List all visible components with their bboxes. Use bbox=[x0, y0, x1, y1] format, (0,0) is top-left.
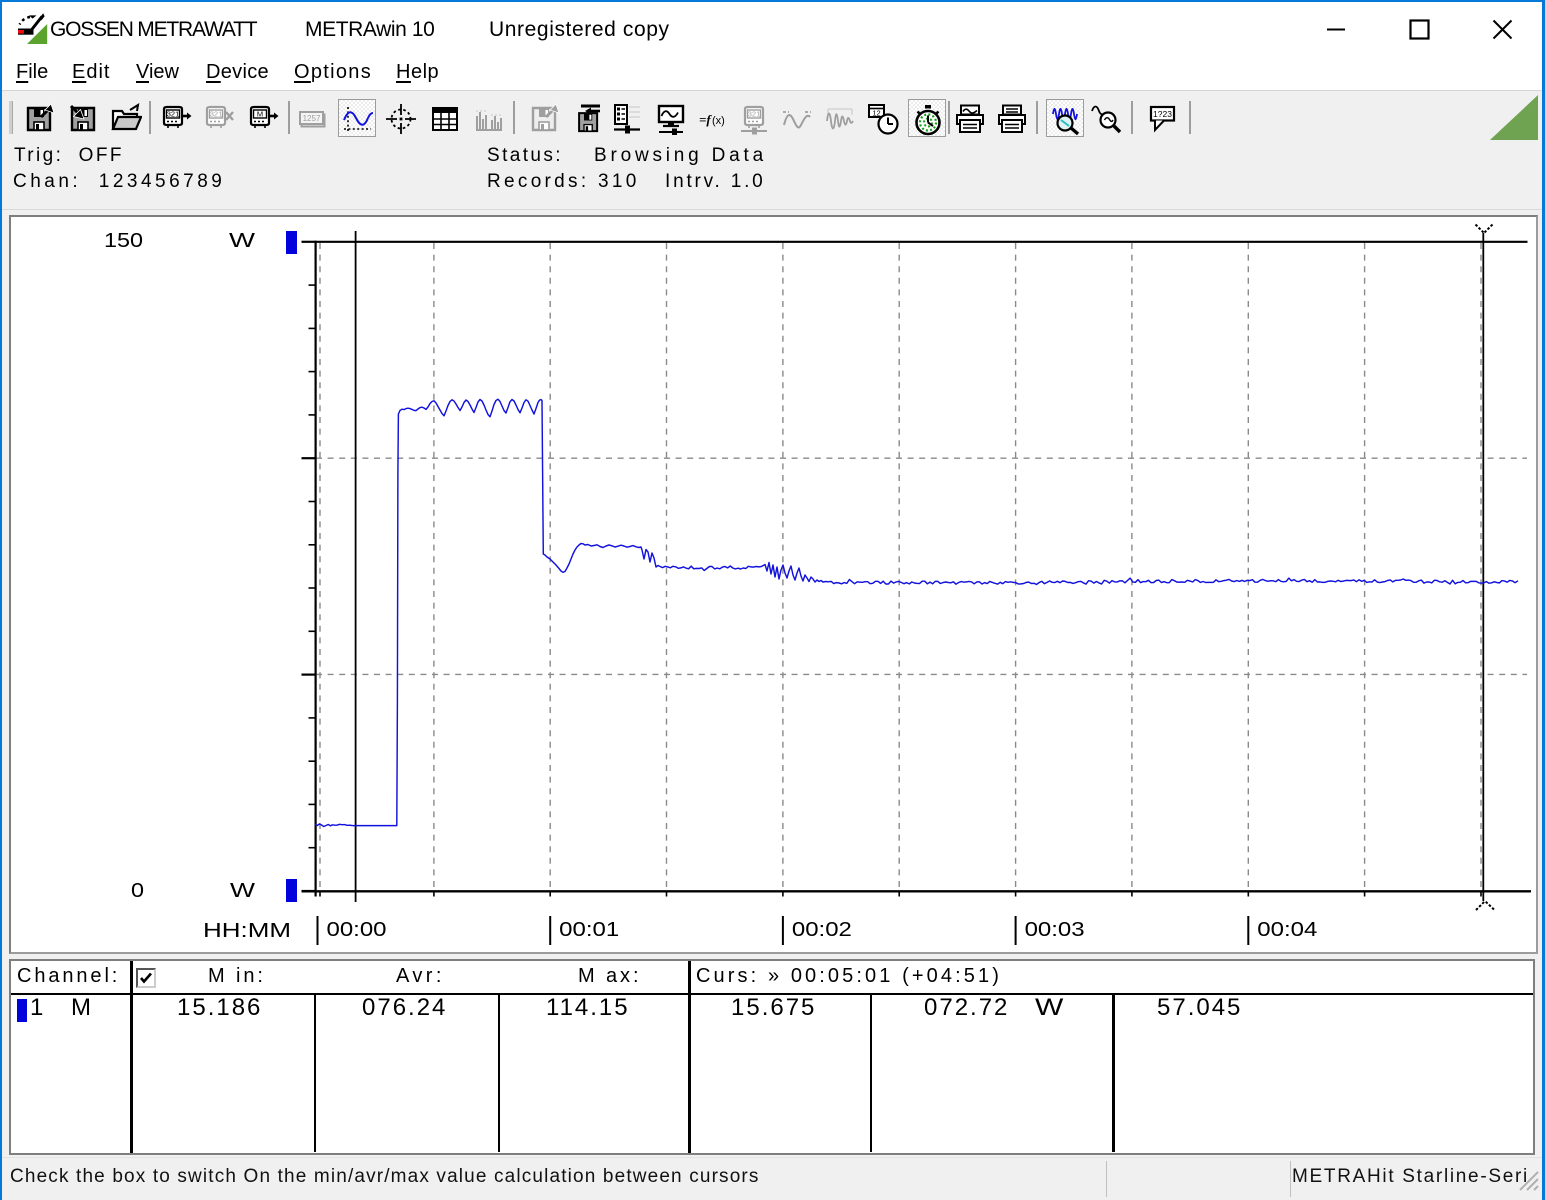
svg-text:W: W bbox=[230, 880, 255, 902]
svg-text:150: 150 bbox=[104, 230, 143, 252]
svg-text:321: 321 bbox=[167, 110, 180, 119]
svg-text:W: W bbox=[229, 230, 255, 252]
svg-text:321: 321 bbox=[748, 110, 761, 119]
svg-text:HH:MM: HH:MM bbox=[203, 920, 291, 942]
svg-text:M: M bbox=[257, 110, 263, 119]
svg-text:=f: =f bbox=[699, 112, 712, 127]
svg-text:321: 321 bbox=[210, 110, 223, 119]
svg-text:1257: 1257 bbox=[303, 114, 321, 123]
svg-text:00:04: 00:04 bbox=[1257, 919, 1317, 941]
svg-text:0: 0 bbox=[131, 880, 144, 902]
svg-text:00:00: 00:00 bbox=[327, 919, 387, 941]
svg-text:1?23: 1?23 bbox=[1153, 109, 1172, 119]
svg-text:00:02: 00:02 bbox=[792, 919, 852, 941]
svg-text:(x): (x) bbox=[712, 115, 725, 127]
svg-text:00:03: 00:03 bbox=[1025, 919, 1085, 941]
svg-text:00:01: 00:01 bbox=[559, 919, 619, 941]
svg-text:12: 12 bbox=[872, 109, 880, 118]
